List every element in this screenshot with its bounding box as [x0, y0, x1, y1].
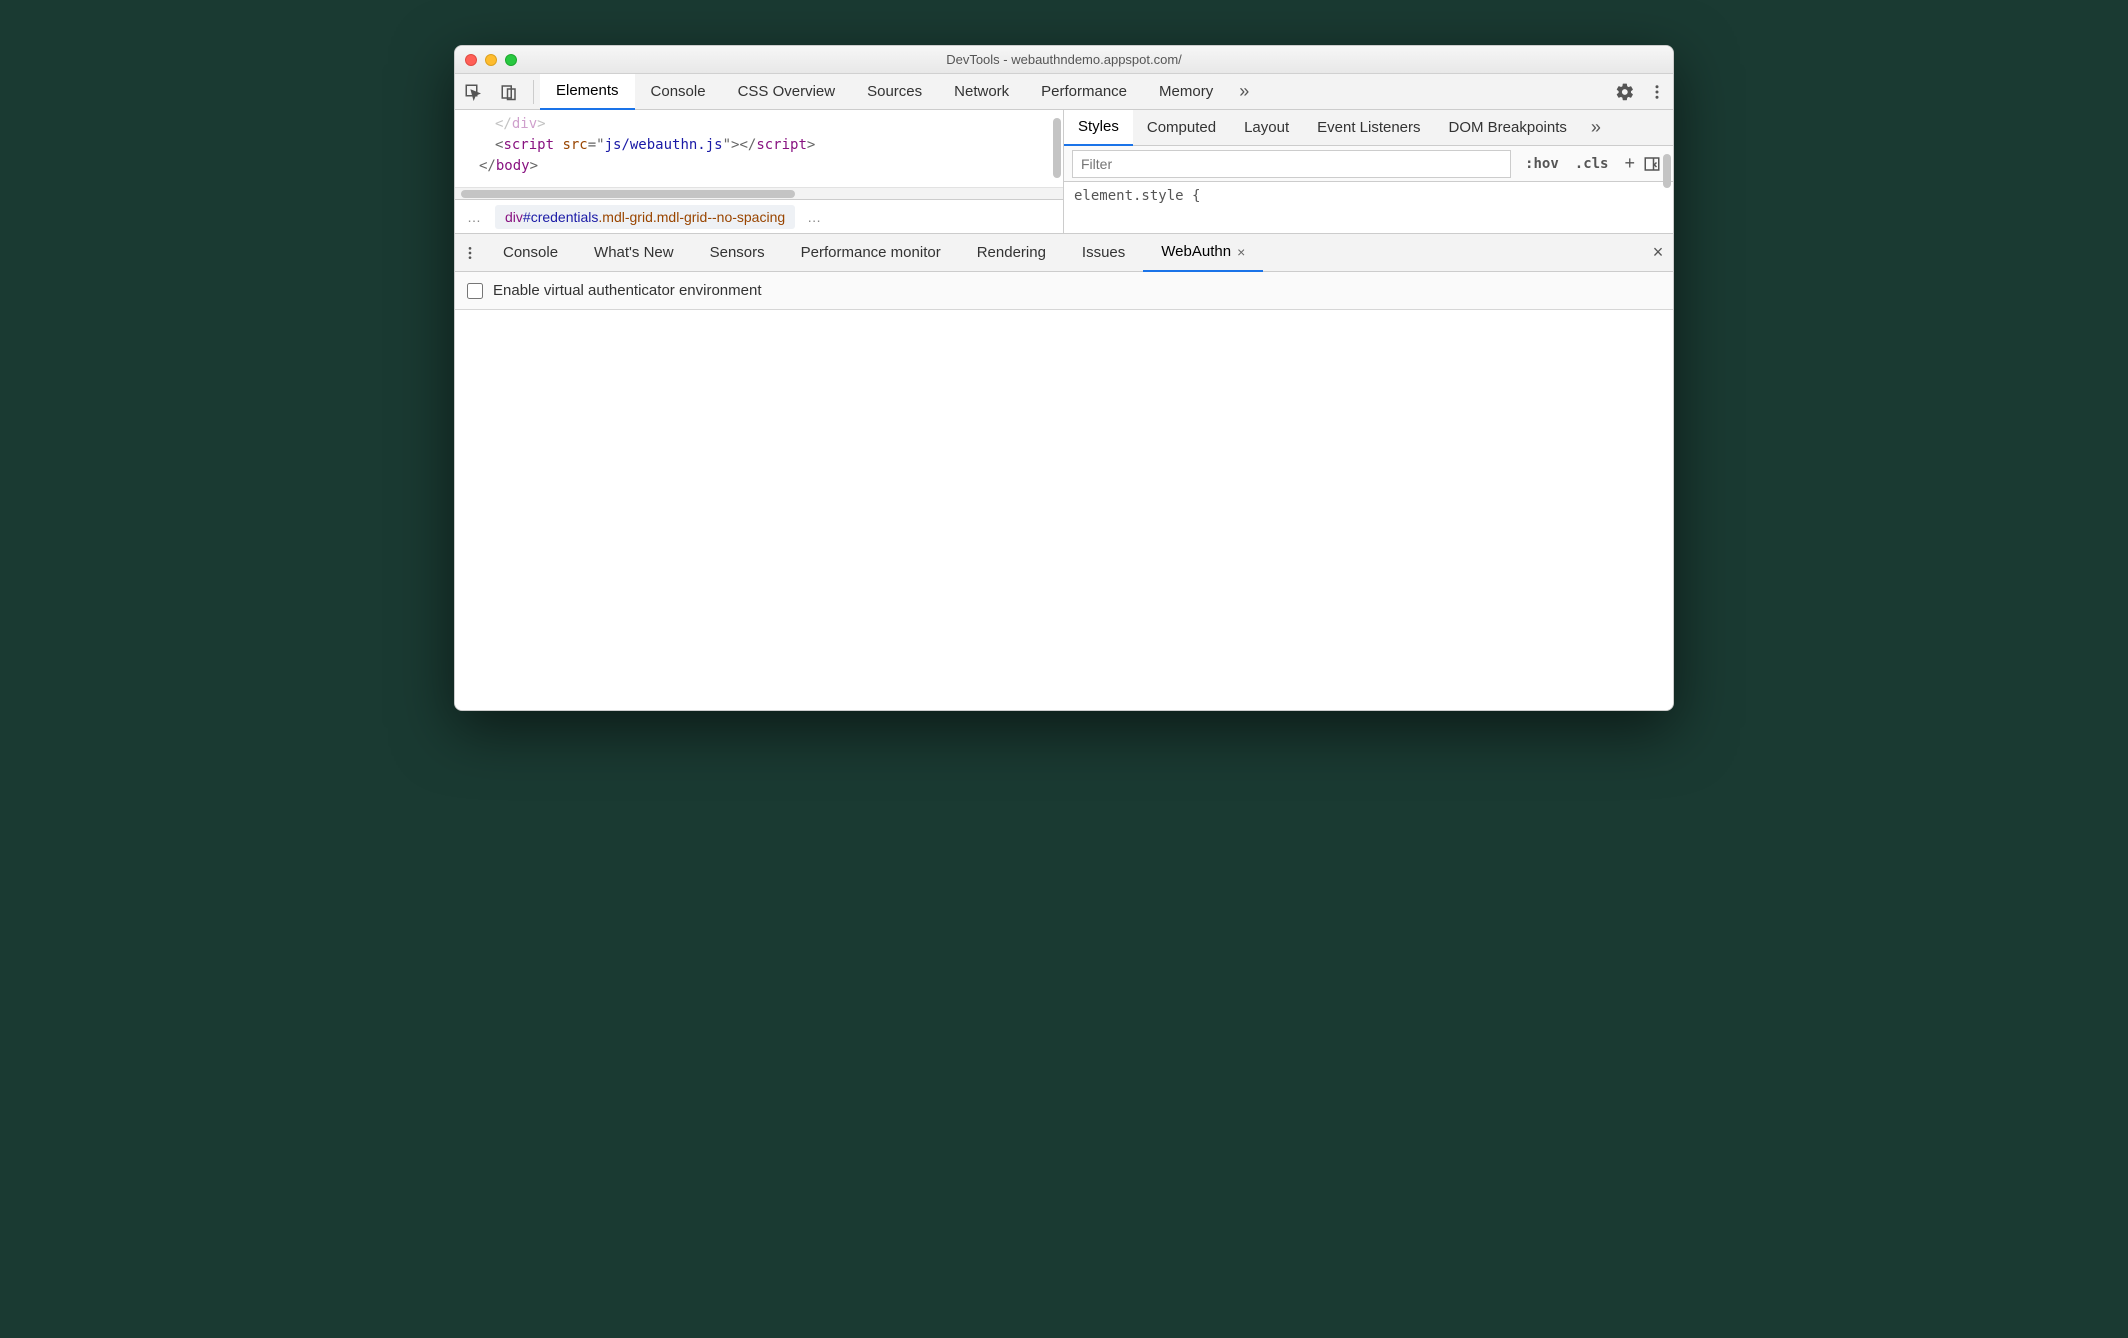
drawer-tab-performance-monitor[interactable]: Performance monitor — [783, 234, 959, 272]
main-tabs-list: Elements Console CSS Overview Sources Ne… — [540, 74, 1229, 110]
code-frag: js/webauthn.js — [605, 137, 723, 153]
tab-performance[interactable]: Performance — [1025, 74, 1143, 110]
cls-toggle[interactable]: .cls — [1567, 156, 1617, 172]
drawer-tab-sensors[interactable]: Sensors — [692, 234, 783, 272]
breadcrumb-current[interactable]: div#credentials.mdl-grid.mdl-grid--no-sp… — [495, 205, 795, 229]
tab-network[interactable]: Network — [938, 74, 1025, 110]
code-frag: </ — [739, 137, 756, 153]
code-frag: body — [496, 158, 530, 174]
horizontal-scrollbar[interactable] — [455, 187, 1063, 199]
vertical-scrollbar[interactable] — [1053, 118, 1061, 178]
main-tabs-overflow[interactable]: » — [1229, 81, 1259, 102]
tab-styles[interactable]: Styles — [1064, 110, 1133, 146]
enable-virtual-auth-label: Enable virtual authenticator environment — [493, 282, 762, 299]
minimize-window-button[interactable] — [485, 54, 497, 66]
styles-tabs: Styles Computed Layout Event Listeners D… — [1064, 110, 1673, 146]
hov-toggle[interactable]: :hov — [1517, 156, 1567, 172]
code-frag: "> — [723, 137, 740, 153]
computed-panel-toggle-icon[interactable] — [1643, 155, 1665, 173]
styles-filter-row: :hov .cls + — [1064, 146, 1673, 182]
tab-css-overview[interactable]: CSS Overview — [722, 74, 852, 110]
devtools-window: DevTools - webauthndemo.appspot.com/ Ele… — [454, 45, 1674, 711]
tab-memory[interactable]: Memory — [1143, 74, 1229, 110]
enable-virtual-auth-row: Enable virtual authenticator environment — [455, 272, 1673, 309]
empty-area — [455, 310, 1673, 710]
inspect-element-icon[interactable] — [455, 74, 491, 110]
code-frag: script — [756, 137, 807, 153]
new-style-rule-icon[interactable]: + — [1616, 153, 1643, 174]
tab-elements[interactable]: Elements — [540, 74, 635, 110]
breadcrumb-ellipsis-left[interactable]: … — [455, 209, 495, 225]
close-window-button[interactable] — [465, 54, 477, 66]
code-frag: script — [503, 137, 554, 153]
styles-tabs-overflow[interactable]: » — [1581, 117, 1611, 138]
zoom-window-button[interactable] — [505, 54, 517, 66]
scrollbar-thumb[interactable] — [461, 190, 795, 198]
divider — [533, 80, 534, 104]
drawer-close-icon[interactable]: × — [1643, 242, 1673, 263]
drawer-tab-rendering[interactable]: Rendering — [959, 234, 1064, 272]
drawer-tab-whats-new[interactable]: What's New — [576, 234, 692, 272]
settings-gear-icon[interactable] — [1609, 82, 1641, 102]
kebab-menu-icon[interactable] — [1641, 83, 1673, 101]
dom-code: </div> <script src="js/webauthn.js"></sc… — [455, 110, 1063, 187]
tab-computed[interactable]: Computed — [1133, 110, 1230, 146]
breadcrumb-ellipsis-right[interactable]: … — [795, 209, 835, 225]
styles-sidebar-pane: Styles Computed Layout Event Listeners D… — [1064, 110, 1673, 233]
enable-virtual-auth-checkbox[interactable] — [467, 283, 483, 299]
drawer-tabs: Console What's New Sensors Performance m… — [455, 234, 1673, 272]
traffic-lights — [465, 54, 517, 66]
drawer-tab-console[interactable]: Console — [485, 234, 576, 272]
tab-console[interactable]: Console — [635, 74, 722, 110]
tab-dom-breakpoints[interactable]: DOM Breakpoints — [1435, 110, 1581, 146]
close-icon[interactable]: × — [1237, 244, 1245, 260]
code-frag: </ — [495, 116, 512, 132]
code-frag: > — [807, 137, 815, 153]
element-style-block[interactable]: element.style { — [1064, 182, 1673, 210]
drawer-tab-issues[interactable]: Issues — [1064, 234, 1143, 272]
tab-layout[interactable]: Layout — [1230, 110, 1303, 146]
code-frag: > — [530, 158, 538, 174]
vertical-scrollbar[interactable] — [1663, 154, 1671, 188]
styles-filter-input[interactable] — [1072, 150, 1511, 178]
window-title: DevTools - webauthndemo.appspot.com/ — [455, 52, 1673, 67]
code-frag: =" — [588, 137, 605, 153]
dom-breadcrumb: … div#credentials.mdl-grid.mdl-grid--no-… — [455, 199, 1063, 233]
webauthn-panel: Enable virtual authenticator environment — [455, 272, 1673, 310]
code-frag: </ — [479, 158, 496, 174]
drawer-tab-webauthn[interactable]: WebAuthn× — [1143, 234, 1263, 272]
code-frag: > — [537, 116, 545, 132]
code-frag: div — [512, 116, 537, 132]
dom-tree-pane[interactable]: </div> <script src="js/webauthn.js"></sc… — [455, 110, 1064, 233]
window-titlebar: DevTools - webauthndemo.appspot.com/ — [455, 46, 1673, 74]
tab-event-listeners[interactable]: Event Listeners — [1303, 110, 1434, 146]
tab-sources[interactable]: Sources — [851, 74, 938, 110]
elements-split-row: </div> <script src="js/webauthn.js"></sc… — [455, 110, 1673, 234]
code-frag: src — [554, 137, 588, 153]
drawer-kebab-icon[interactable] — [455, 245, 485, 261]
device-toolbar-icon[interactable] — [491, 74, 527, 110]
main-panel-tabs: Elements Console CSS Overview Sources Ne… — [455, 74, 1673, 110]
